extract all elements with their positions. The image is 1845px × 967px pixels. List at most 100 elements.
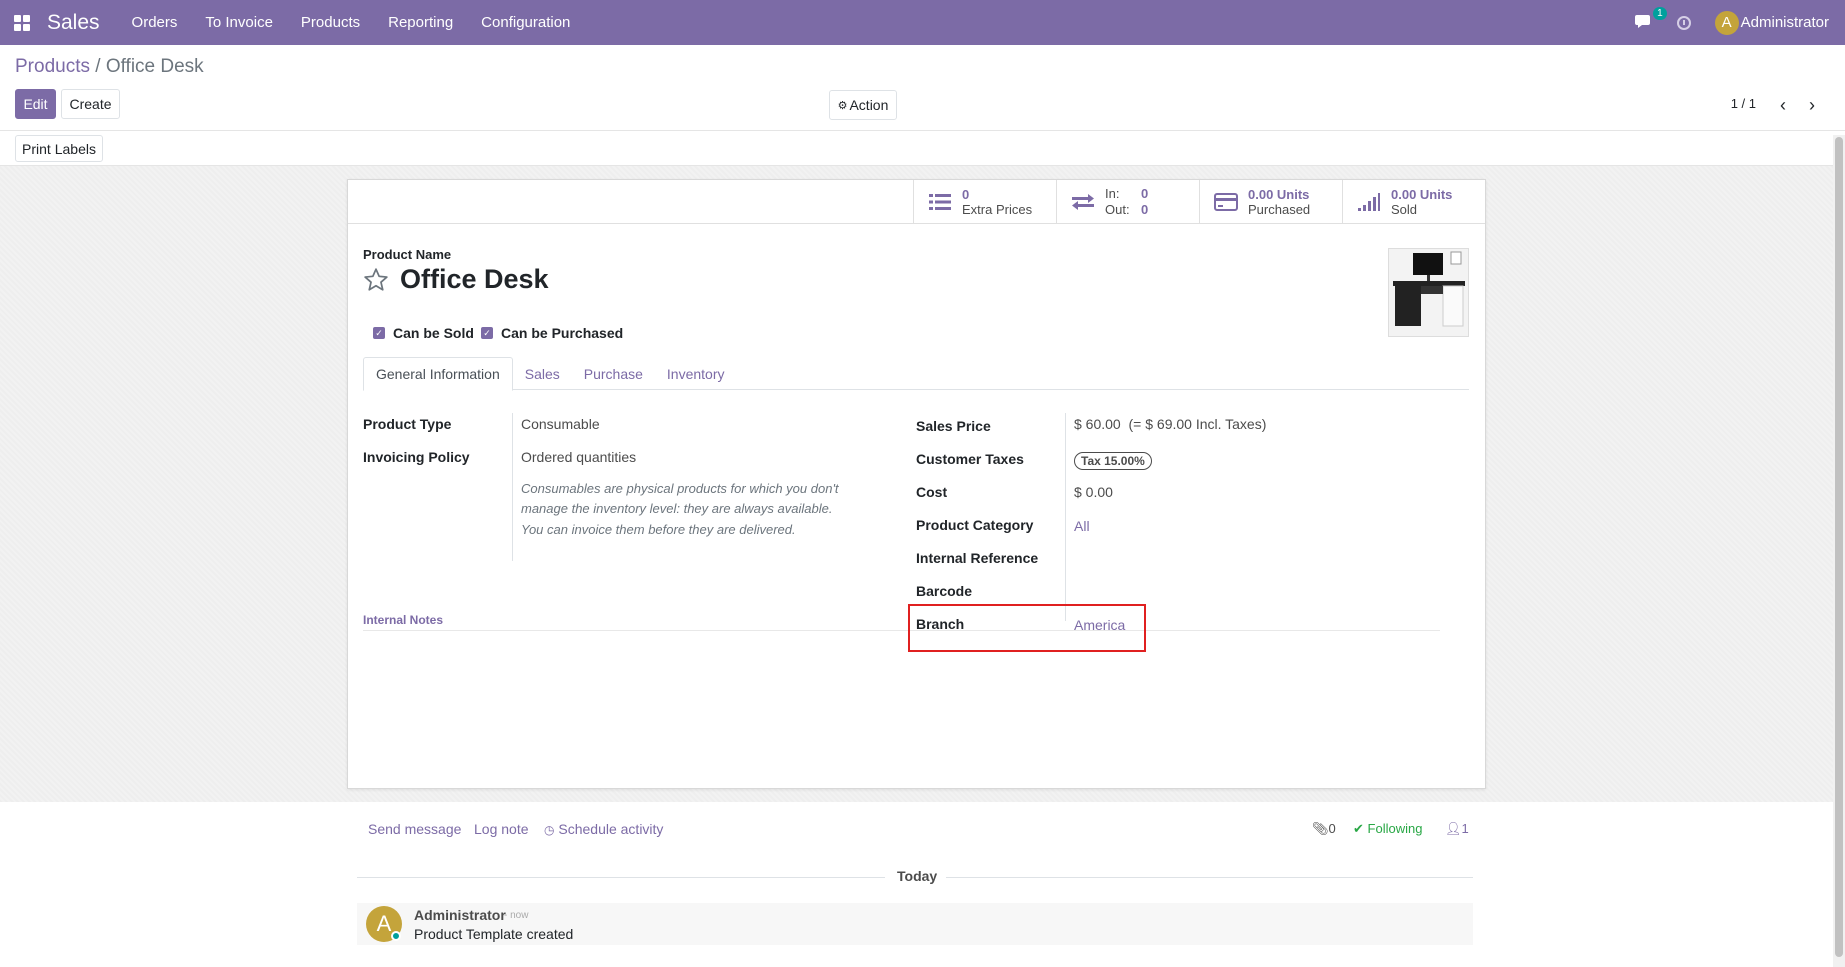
- form-tabs: General Information Sales Purchase Inven…: [363, 357, 1469, 391]
- can-be-sold-label: Can be Sold: [393, 325, 474, 341]
- tab-sales[interactable]: Sales: [513, 357, 572, 390]
- internal-notes-field[interactable]: [363, 630, 1440, 631]
- sold-button[interactable]: 0.00 Units Sold: [1342, 180, 1485, 224]
- sold-value: 0.00 Units: [1391, 186, 1453, 202]
- help-line-1: Consumables are physical products for wh…: [521, 481, 839, 496]
- message-author[interactable]: Administrator: [414, 907, 506, 923]
- can-be-sold-check-icon: ✓: [373, 327, 385, 339]
- messaging-icon[interactable]: 1: [1634, 6, 1667, 33]
- following-button[interactable]: ✔ Following: [1353, 821, 1422, 837]
- action-label: Action: [849, 97, 889, 113]
- cost-field[interactable]: $ 0.00: [1074, 484, 1113, 500]
- user-avatar[interactable]: A: [1714, 10, 1739, 35]
- activity-clock-icon[interactable]: [1676, 15, 1691, 30]
- extra-prices-label: Extra Prices: [962, 201, 1033, 217]
- sales-price-label: Sales Price: [916, 418, 991, 434]
- signal-icon: [1357, 193, 1381, 211]
- internal-notes-label: Internal Notes: [363, 613, 444, 627]
- tab-general-information[interactable]: General Information: [363, 357, 513, 391]
- can-be-sold-checkbox[interactable]: ✓ Can be Sold: [373, 325, 474, 341]
- menu-orders[interactable]: Orders: [118, 14, 192, 31]
- form-sheet: 0 Extra Prices In: 0 Out: 0 0.00 Units Pur…: [347, 179, 1486, 789]
- app-brand[interactable]: Sales: [47, 11, 100, 35]
- product-category-label: Product Category: [916, 517, 1034, 533]
- message-date: - now: [504, 910, 529, 921]
- purchased-button[interactable]: 0.00 Units Purchased: [1199, 180, 1342, 224]
- breadcrumb-separator: /: [95, 56, 101, 77]
- smart-button-box: 0 Extra Prices In: 0 Out: 0 0.00 Units Pur…: [913, 180, 1485, 224]
- menu-to-invoice[interactable]: To Invoice: [191, 14, 287, 31]
- messaging-badge: 1: [1653, 6, 1667, 20]
- exchange-icon: [1071, 193, 1095, 211]
- in-label: In:: [1105, 186, 1120, 201]
- today-divider-left: [357, 877, 885, 878]
- paperclip-icon: 📎︎: [1312, 821, 1329, 836]
- apps-menu-icon[interactable]: [0, 0, 44, 45]
- create-button[interactable]: Create: [61, 89, 120, 119]
- print-labels-button[interactable]: Print Labels: [15, 135, 103, 162]
- followers-count: 1: [1461, 821, 1469, 836]
- menu-reporting[interactable]: Reporting: [374, 14, 467, 31]
- schedule-activity-label: Schedule activity: [558, 821, 664, 837]
- purchased-value: 0.00 Units: [1248, 186, 1310, 202]
- breadcrumb-current: Office Desk: [105, 56, 204, 77]
- menu-configuration[interactable]: Configuration: [467, 14, 584, 31]
- can-be-purchased-check-icon: ✓: [481, 327, 493, 339]
- message-body: Product Template created: [414, 926, 574, 942]
- scrollbar-thumb[interactable]: [1835, 137, 1843, 957]
- purchased-label: Purchased: [1248, 201, 1311, 217]
- can-be-purchased-label: Can be Purchased: [501, 325, 624, 341]
- user-menu[interactable]: Administrator: [1741, 14, 1829, 31]
- schedule-activity-button[interactable]: ◷ Schedule activity: [544, 821, 663, 837]
- right-column-divider: [1065, 413, 1066, 621]
- pager-next-icon[interactable]: ›: [1809, 95, 1815, 116]
- tax-tag[interactable]: Tax 15.00%: [1074, 452, 1152, 470]
- scrollbar[interactable]: [1833, 135, 1845, 967]
- menu-products[interactable]: Products: [287, 14, 374, 31]
- help-line-3: You can invoice them before they are del…: [521, 522, 796, 537]
- breadcrumb-products[interactable]: Products: [15, 56, 90, 77]
- pager-value[interactable]: 1 / 1: [1731, 96, 1756, 111]
- sales-price-field[interactable]: $ 60.00 (= $ 69.00 Incl. Taxes): [1074, 416, 1266, 432]
- sales-price-value: $ 60.00: [1074, 416, 1121, 432]
- product-category-field[interactable]: All: [1074, 518, 1090, 534]
- edit-button[interactable]: Edit: [15, 89, 56, 119]
- today-label: Today: [897, 868, 938, 884]
- pager-previous-icon[interactable]: ‹: [1780, 95, 1786, 116]
- in-out-button[interactable]: In: 0 Out: 0: [1056, 180, 1199, 224]
- product-image[interactable]: [1388, 248, 1469, 337]
- cost-label: Cost: [916, 484, 948, 500]
- action-button[interactable]: ⚙ Action: [829, 90, 897, 120]
- toolbar-divider: [0, 130, 1845, 131]
- clock-icon: ◷: [544, 823, 555, 837]
- tab-purchase[interactable]: Purchase: [572, 357, 655, 390]
- extra-prices-button[interactable]: 0 Extra Prices: [913, 180, 1056, 224]
- attachments-button[interactable]: 📎︎0: [1312, 821, 1336, 837]
- followers-button[interactable]: 👤︎1: [1445, 821, 1469, 837]
- customer-taxes-label: Customer Taxes: [916, 451, 1024, 467]
- top-navbar: Sales Orders To Invoice Products Reporti…: [0, 0, 1845, 45]
- send-message-button[interactable]: Send message: [368, 821, 461, 837]
- list-icon: [928, 193, 952, 211]
- barcode-label: Barcode: [916, 583, 973, 599]
- check-icon: ✔: [1353, 821, 1364, 836]
- sold-label: Sold: [1391, 201, 1418, 217]
- gear-icon: ⚙: [837, 99, 848, 112]
- help-line-2: manage the inventory level: they are alw…: [521, 501, 833, 516]
- in-value: 0: [1141, 186, 1149, 201]
- favorite-star-icon[interactable]: [363, 267, 389, 293]
- credit-card-icon: [1214, 193, 1238, 211]
- invoicing-policy-label: Invoicing Policy: [363, 449, 470, 465]
- product-type-label: Product Type: [363, 416, 452, 432]
- left-column-divider: [512, 413, 513, 561]
- today-divider-right: [946, 877, 1473, 878]
- product-type-help: Consumables are physical products for wh…: [521, 479, 839, 540]
- tab-inventory[interactable]: Inventory: [655, 357, 737, 390]
- online-status-icon: [391, 931, 401, 941]
- user-icon: 👤︎: [1445, 821, 1462, 836]
- can-be-purchased-checkbox[interactable]: ✓ Can be Purchased: [481, 325, 623, 341]
- product-type-field[interactable]: Consumable: [521, 416, 600, 432]
- log-note-button[interactable]: Log note: [474, 821, 529, 837]
- invoicing-policy-field[interactable]: Ordered quantities: [521, 449, 636, 465]
- out-label: Out:: [1105, 202, 1130, 217]
